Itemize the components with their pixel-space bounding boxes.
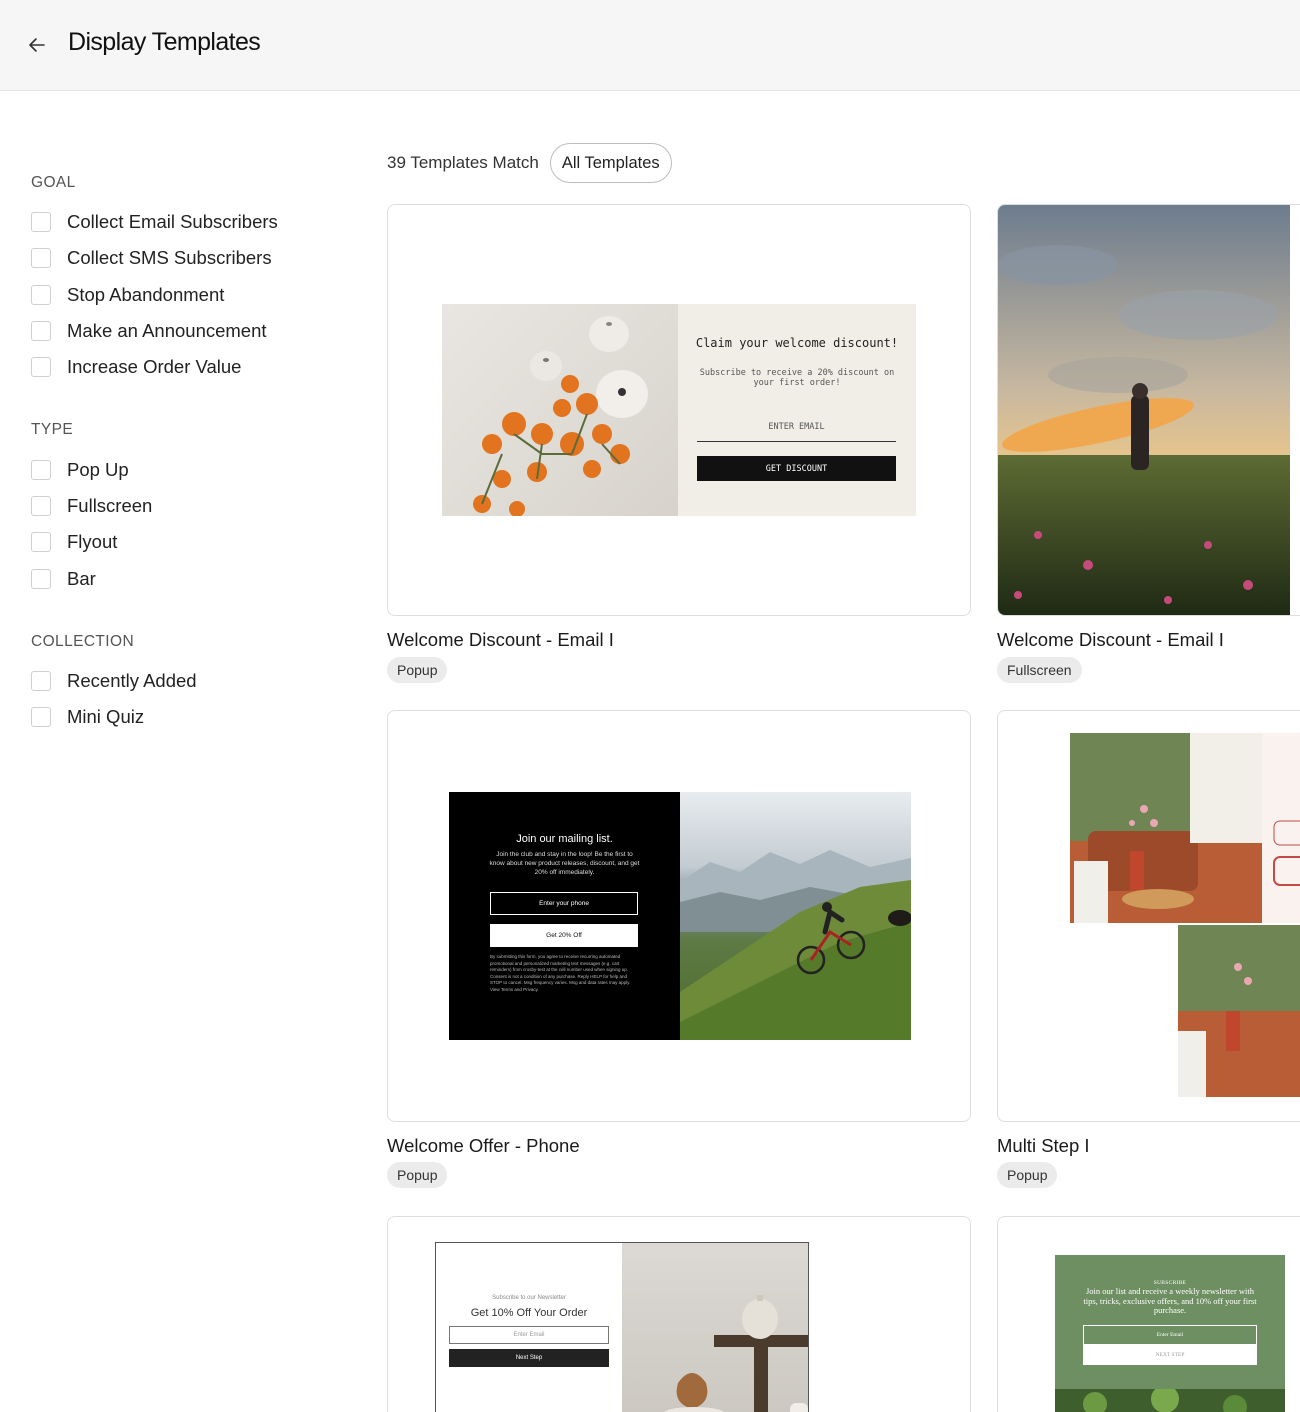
- preview-heading: Get 10% Off Your Order: [470, 1307, 588, 1319]
- filter-option-label: Bar: [67, 567, 96, 589]
- preview-heading: Join our list and receive a weekly newsl…: [1083, 1286, 1257, 1315]
- all-templates-chip[interactable]: All Templates: [549, 143, 672, 183]
- filter-group-title: COLLECTION: [31, 632, 135, 650]
- filter-option-label: Make an Announcement: [67, 320, 267, 342]
- filter-option-label: Collect Email Subscribers: [67, 211, 278, 233]
- filter-group-collection: COLLECTION Recently Added Mini Quiz: [31, 633, 331, 736]
- preview-heading: Join our mailing list.: [516, 833, 613, 845]
- preview-email-input: Enter Email: [449, 1326, 609, 1344]
- filter-group-type: TYPE Pop Up Fullscreen Flyout Bar: [31, 421, 331, 596]
- results-header: 39 Templates Match All Templates: [387, 143, 672, 183]
- filter-option-label: Recently Added: [67, 669, 197, 691]
- checkbox[interactable]: [31, 357, 51, 378]
- filter-option-order-value[interactable]: Increase Order Value: [31, 349, 331, 385]
- template-card[interactable]: Join our mailing list. Join the club and…: [387, 710, 971, 1122]
- mountain-cyclist-image: [680, 792, 911, 1040]
- preview-subtext: Join the club and stay in the loop! Be t…: [489, 851, 640, 876]
- filter-option-label: Flyout: [67, 531, 118, 553]
- filter-option-announcement[interactable]: Make an Announcement: [31, 313, 331, 349]
- preview-heading: Claim your welcome discount!: [695, 336, 899, 350]
- checkbox[interactable]: [31, 495, 51, 516]
- template-card[interactable]: Subscribe to our Newsletter Get 10% Off …: [387, 1216, 971, 1412]
- filter-option-label: Pop Up: [67, 458, 129, 480]
- template-card[interactable]: [997, 204, 1300, 616]
- preview-email-input: Enter Email: [1083, 1325, 1257, 1345]
- filter-option-collect-sms[interactable]: Collect SMS Subscribers: [31, 240, 331, 276]
- checkbox[interactable]: [31, 532, 51, 553]
- filter-group-goal: GOAL Collect Email Subscribers Collect S…: [31, 174, 331, 385]
- flowers-vases-image: [442, 304, 678, 516]
- template-card[interactable]: Claim your welcome discount! Subscribe t…: [387, 204, 971, 616]
- preview-email-input: ENTER EMAIL: [697, 422, 896, 442]
- filter-option-collect-email[interactable]: Collect Email Subscribers: [31, 204, 331, 240]
- filter-option-stop-abandonment[interactable]: Stop Abandonment: [31, 277, 331, 313]
- template-preview: Subscribe to our Newsletter Get 10% Off …: [435, 1242, 809, 1412]
- filter-sidebar: GOAL Collect Email Subscribers Collect S…: [31, 174, 331, 771]
- preview-subtext: Subscribe to receive a 20% discount on y…: [699, 368, 895, 388]
- template-type-badge: Popup: [387, 657, 448, 683]
- checkbox[interactable]: [31, 707, 51, 728]
- filter-option-recently-added[interactable]: Recently Added: [31, 663, 331, 699]
- filter-option-mini-quiz[interactable]: Mini Quiz: [31, 699, 331, 735]
- template-form-panel: Claim your welcome discount! Subscribe t…: [678, 304, 916, 516]
- checkbox[interactable]: [31, 459, 51, 480]
- checkbox[interactable]: [31, 568, 51, 589]
- template-title[interactable]: Welcome Discount - Email I: [387, 629, 614, 651]
- plants-image: [1055, 1389, 1285, 1412]
- preview-phone-input: Enter your phone: [490, 892, 638, 915]
- template-form-panel: Join our mailing list. Join the club and…: [449, 792, 680, 1040]
- preview-legal-text: By submitting this form, you agree to re…: [490, 954, 631, 992]
- back-button[interactable]: [22, 30, 52, 60]
- filter-option-flyout[interactable]: Flyout: [31, 524, 331, 560]
- preview-offer-button: Get 20% Off: [490, 924, 638, 947]
- checkbox[interactable]: [31, 212, 51, 233]
- template-type-badge: Popup: [997, 1162, 1058, 1188]
- vases-table-image: [622, 1243, 808, 1412]
- preview-next-button: Next Step: [449, 1349, 609, 1367]
- checkbox[interactable]: [31, 248, 51, 269]
- template-card[interactable]: SUBSCRIBE Join our list and receive a we…: [997, 1216, 1300, 1412]
- top-bar: Display Templates: [0, 0, 1300, 91]
- results-count: 39 Templates Match: [387, 153, 539, 172]
- template-preview: Join our mailing list. Join the club and…: [449, 792, 911, 1040]
- template-title[interactable]: Multi Step I: [997, 1135, 1090, 1157]
- preview-next-button: NEXT STEP: [1083, 1345, 1257, 1365]
- surfer-field-image: [998, 205, 1290, 615]
- living-room-images: [1070, 733, 1300, 1097]
- filter-option-label: Increase Order Value: [67, 356, 242, 378]
- template-preview: Claim your welcome discount! Subscribe t…: [442, 304, 916, 516]
- filter-option-label: Collect SMS Subscribers: [67, 247, 272, 269]
- filter-group-title: TYPE: [31, 421, 74, 439]
- filter-option-popup[interactable]: Pop Up: [31, 451, 331, 487]
- filter-option-label: Stop Abandonment: [67, 283, 225, 305]
- template-title[interactable]: Welcome Discount - Email I: [997, 629, 1224, 651]
- filter-option-label: Mini Quiz: [67, 706, 145, 728]
- template-card[interactable]: [997, 710, 1300, 1122]
- filter-option-fullscreen[interactable]: Fullscreen: [31, 488, 331, 524]
- template-title[interactable]: Welcome Offer - Phone: [387, 1135, 580, 1157]
- checkbox[interactable]: [31, 284, 51, 305]
- filter-group-title: GOAL: [31, 174, 76, 191]
- filter-option-label: Fullscreen: [67, 494, 153, 516]
- template-type-badge: Fullscreen: [997, 657, 1082, 683]
- checkbox[interactable]: [31, 321, 51, 342]
- template-type-badge: Popup: [387, 1162, 448, 1188]
- arrow-left-icon: [29, 38, 45, 52]
- page-title: Display Templates: [68, 28, 261, 56]
- preview-discount-button: GET DISCOUNT: [697, 456, 896, 481]
- preview-kicker: Subscribe to our Newsletter: [492, 1295, 566, 1301]
- filter-option-bar[interactable]: Bar: [31, 560, 331, 596]
- checkbox[interactable]: [31, 670, 51, 691]
- template-form-panel: Subscribe to our Newsletter Get 10% Off …: [436, 1243, 622, 1412]
